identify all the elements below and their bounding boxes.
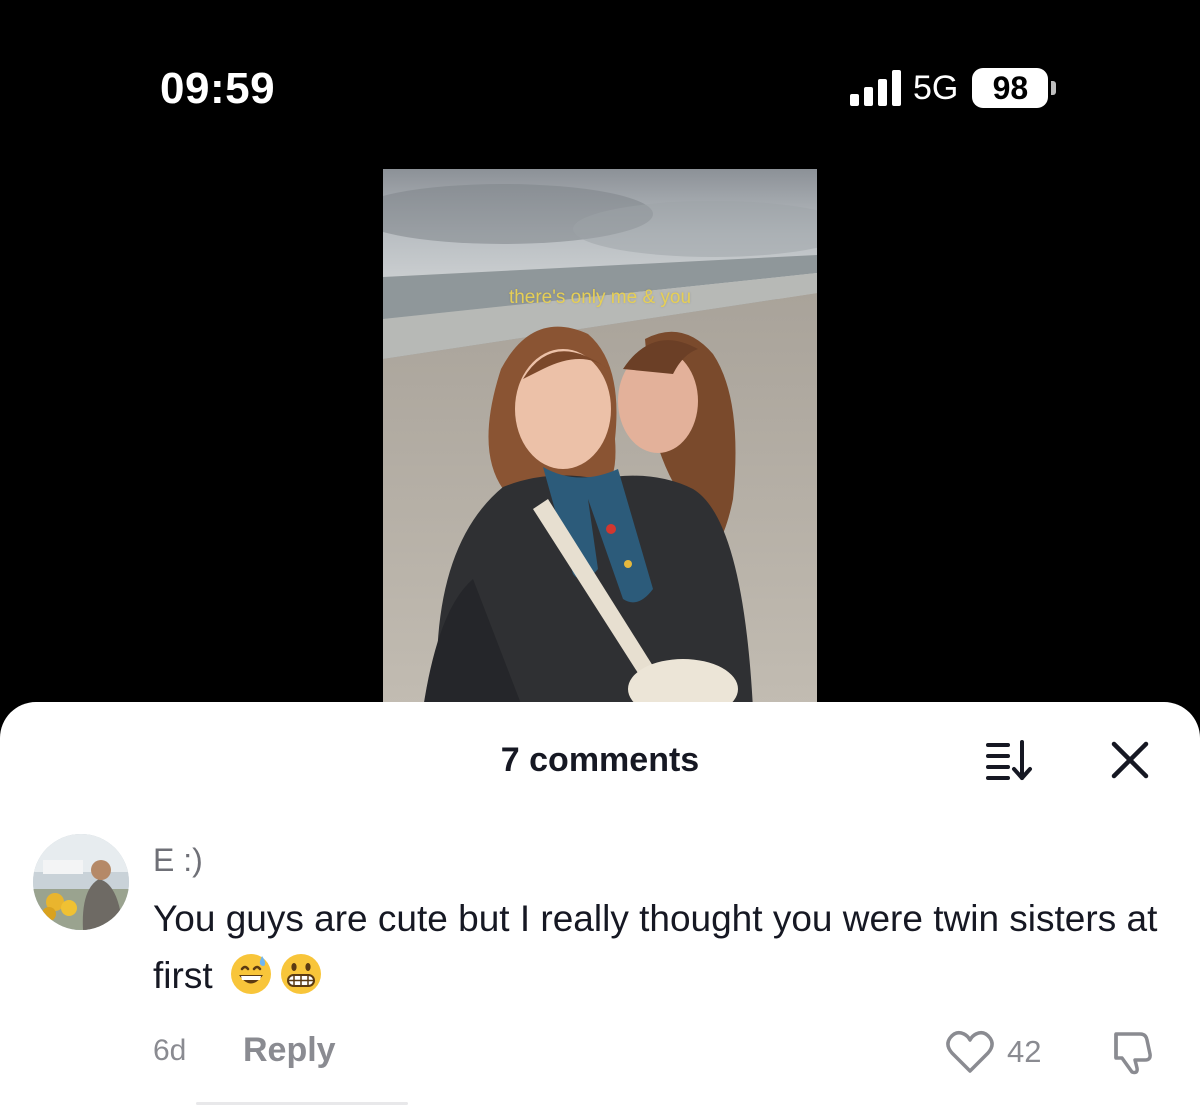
- status-time: 09:59: [160, 64, 276, 113]
- comment-timestamp: 6d: [153, 1034, 187, 1067]
- comments-sheet: 7 comments E :) You guys are cute but I …: [0, 702, 1200, 1105]
- reply-button[interactable]: Reply: [243, 1031, 336, 1070]
- commenter-avatar[interactable]: [33, 834, 129, 930]
- dislike-button[interactable]: [1106, 1028, 1158, 1076]
- comment-body: You guys are cute but I really thought y…: [153, 890, 1163, 1004]
- video-player[interactable]: there's only me & you: [383, 169, 817, 709]
- close-button[interactable]: [1106, 736, 1154, 784]
- grinning-sweat-emoji: [230, 954, 271, 994]
- battery-level: 98: [972, 68, 1049, 108]
- avatar-image: [33, 834, 129, 930]
- like-button[interactable]: [944, 1028, 996, 1076]
- status-indicators: 5G 98: [850, 68, 1057, 108]
- thumbs-down-icon: [1114, 1032, 1152, 1075]
- network-type: 5G: [913, 68, 959, 107]
- close-icon: [1111, 741, 1149, 779]
- like-count: 42: [1007, 1034, 1042, 1069]
- grimacing-emoji: [280, 954, 321, 994]
- cellular-signal-icon: [850, 70, 901, 106]
- heart-icon: [946, 1030, 994, 1073]
- video-caption: there's only me & you: [508, 287, 692, 308]
- video-frame-image: [383, 169, 817, 709]
- battery-icon: 98: [972, 68, 1057, 108]
- comment-username[interactable]: E :): [153, 842, 203, 879]
- sort-icon: [986, 740, 1032, 780]
- sort-comments-button[interactable]: [984, 738, 1036, 782]
